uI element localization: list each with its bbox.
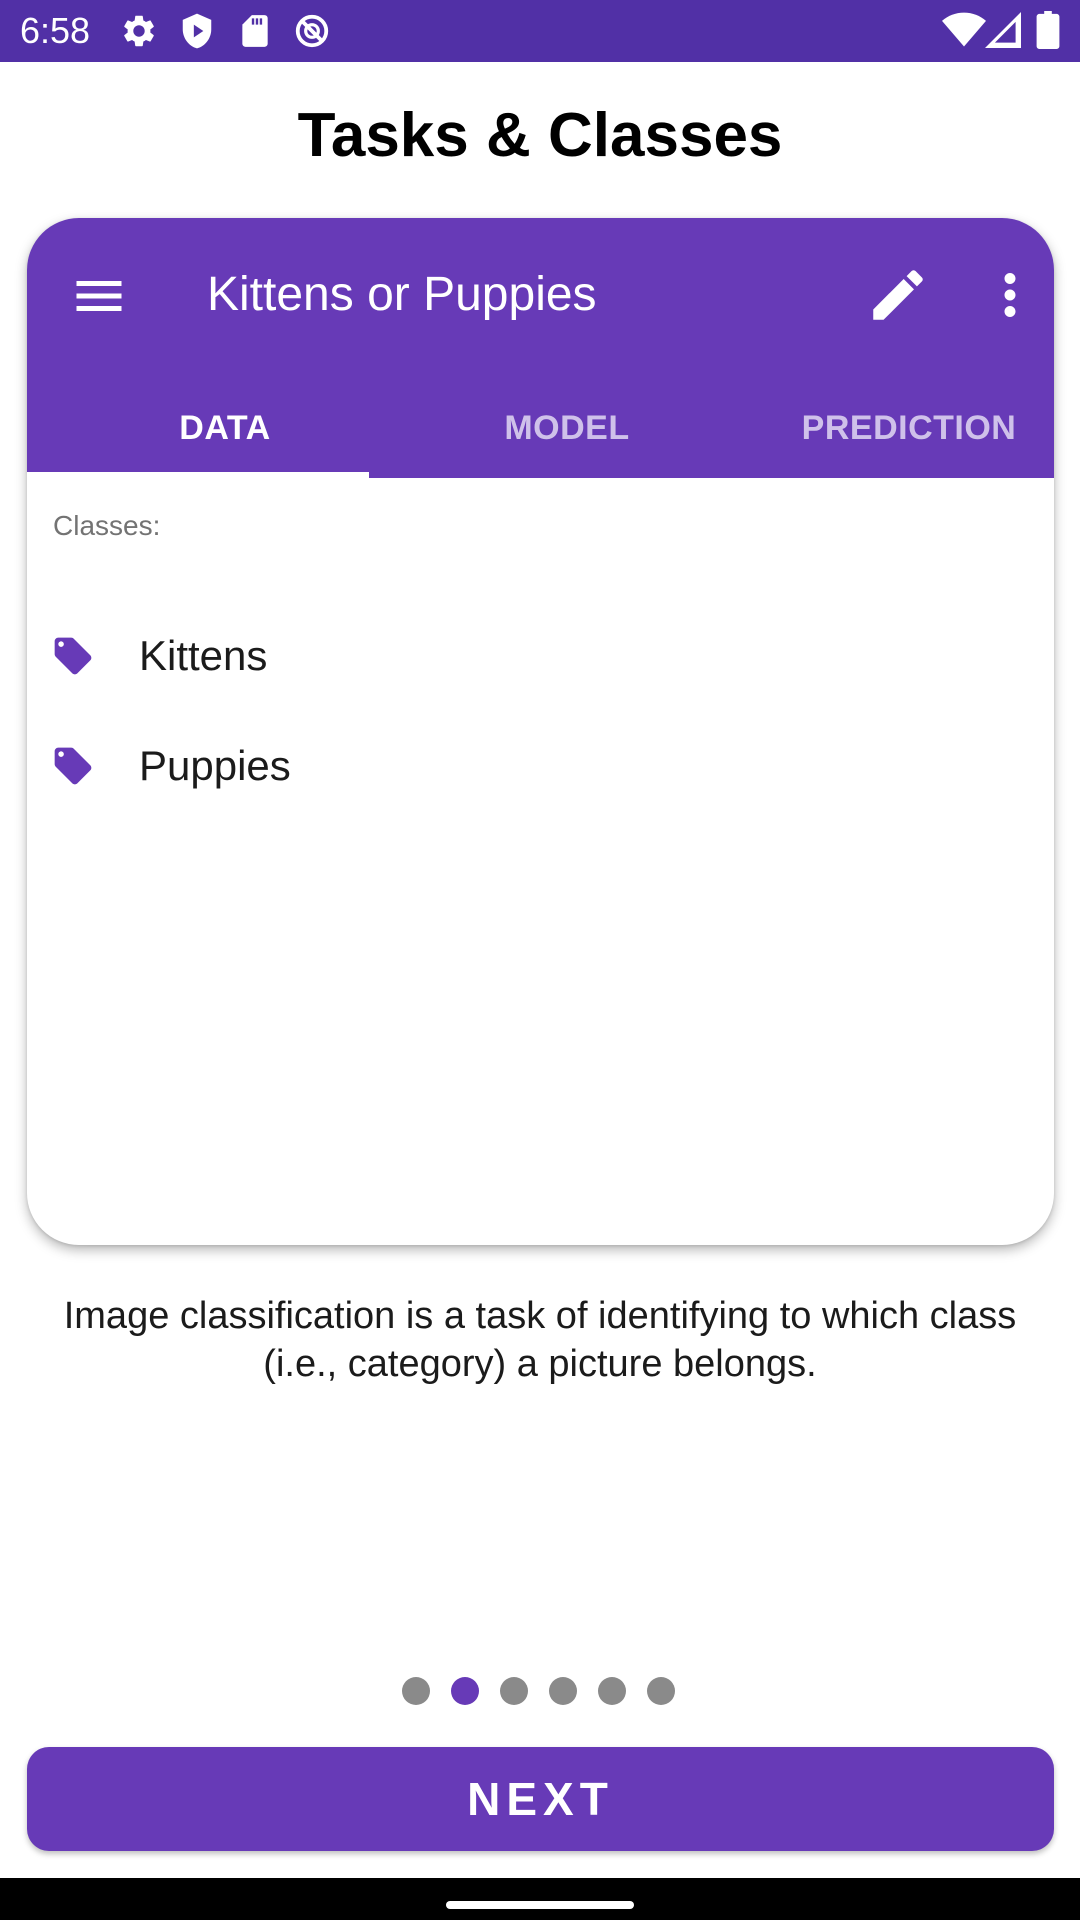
class-item-kittens[interactable]: Kittens — [51, 616, 1031, 696]
page-dot[interactable] — [402, 1677, 430, 1705]
home-handle[interactable] — [446, 1901, 634, 1909]
navigation-bar — [0, 1878, 1080, 1920]
shield-icon — [182, 13, 212, 49]
classes-label: Classes: — [53, 510, 161, 541]
tab-indicator — [27, 472, 369, 478]
battery-icon — [1036, 11, 1060, 49]
class-item-puppies[interactable]: Puppies — [51, 726, 1031, 806]
status-bar: 6:58 — [0, 0, 1080, 62]
page-dot[interactable] — [500, 1677, 528, 1705]
class-label: Kittens — [139, 632, 268, 679]
sd-card-icon — [242, 15, 268, 47]
preview-card: Kittens or Puppies DATA MODEL PREDICTION… — [27, 218, 1054, 1245]
page-dot-active[interactable] — [451, 1677, 479, 1705]
menu-icon[interactable] — [69, 266, 129, 326]
do-not-disturb-icon — [295, 14, 329, 48]
page-dot[interactable] — [549, 1677, 577, 1705]
signal-icon — [985, 12, 1021, 48]
wifi-icon — [942, 12, 986, 47]
page-dot[interactable] — [647, 1677, 675, 1705]
next-button[interactable]: NEXT — [27, 1747, 1054, 1851]
page-indicator — [0, 1677, 1080, 1707]
app-title: Kittens or Puppies — [207, 268, 597, 321]
page-dot[interactable] — [598, 1677, 626, 1705]
status-time: 6:58 — [20, 10, 91, 51]
app-bar: Kittens or Puppies DATA MODEL PREDICTION — [27, 218, 1054, 478]
tab-prediction[interactable]: PREDICTION — [738, 398, 1054, 478]
page-title: Tasks & Classes — [297, 101, 783, 170]
edit-icon[interactable] — [865, 262, 931, 328]
tab-model[interactable]: MODEL — [396, 398, 738, 478]
more-vert-icon[interactable] — [977, 262, 1043, 328]
tag-icon — [54, 747, 92, 785]
tag-icon — [54, 637, 92, 675]
settings-icon — [124, 15, 154, 47]
tab-data[interactable]: DATA — [54, 398, 396, 478]
description-text: Image classification is a task of identi… — [63, 1295, 1017, 1385]
class-label: Puppies — [139, 742, 291, 789]
